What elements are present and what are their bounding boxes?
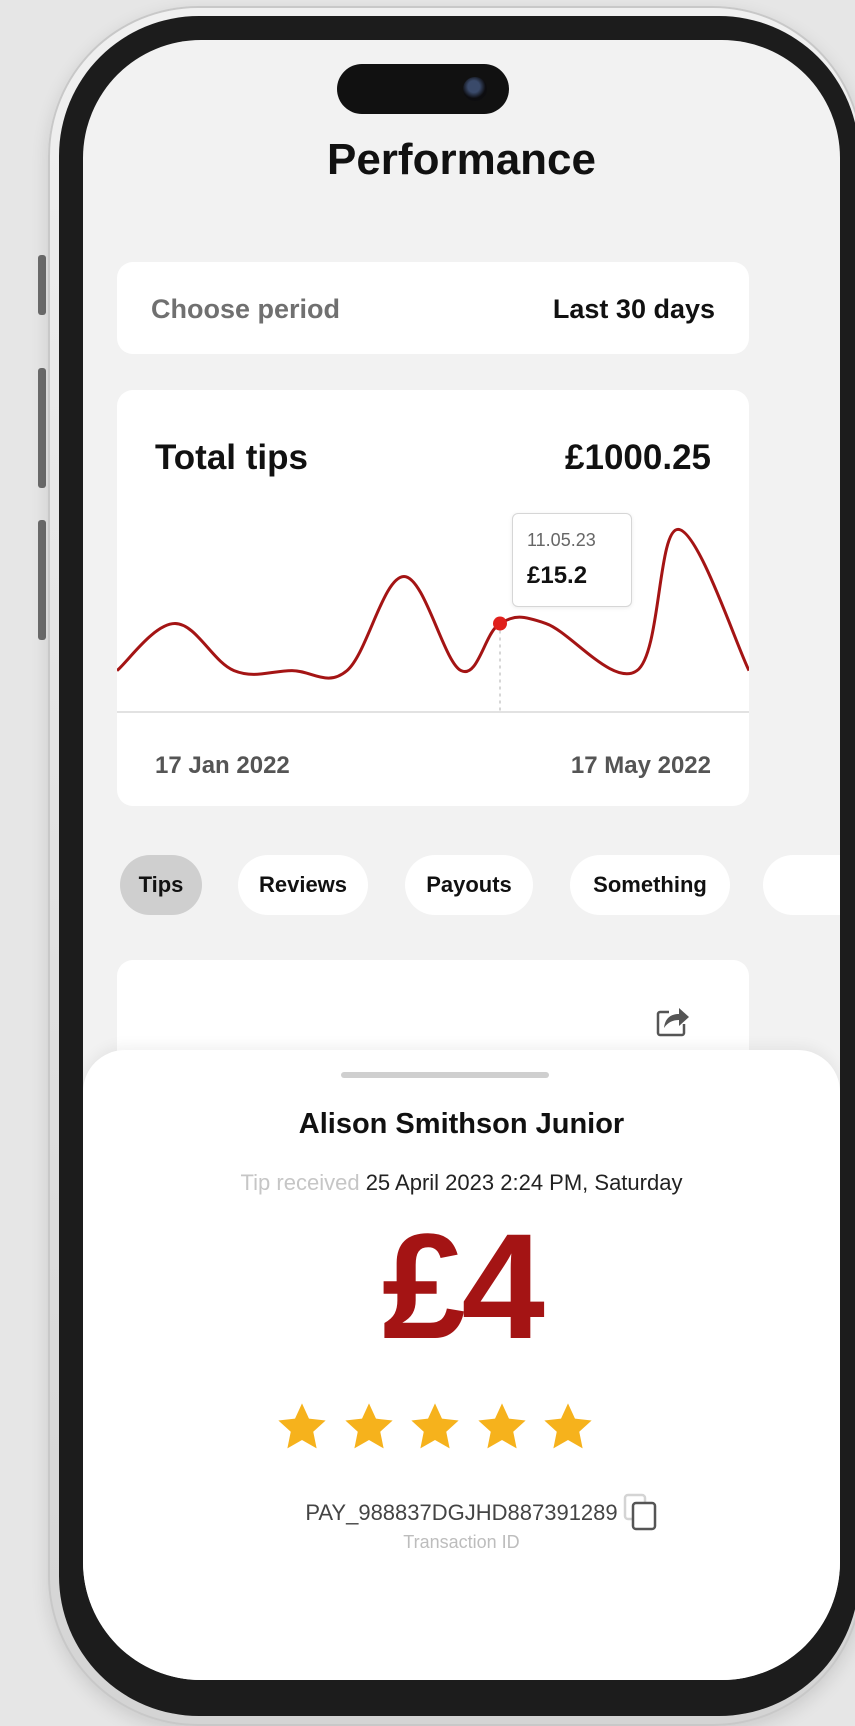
tip-received-label: Tip received (240, 1170, 360, 1195)
star-icon (544, 1403, 592, 1449)
series-line (117, 527, 749, 680)
share-icon[interactable] (655, 1002, 691, 1038)
tooltip-value: £15.2 (527, 562, 588, 589)
rating-stars (275, 1400, 595, 1456)
tab-overflow[interactable] (763, 855, 840, 915)
highlight-point[interactable] (493, 616, 507, 631)
star-icon (411, 1403, 459, 1449)
phone-side-button-volume-down (38, 520, 46, 640)
page-title: Performance (326, 135, 596, 184)
camera-icon (463, 77, 487, 101)
tab-reviews[interactable]: Reviews (238, 855, 368, 915)
star-icon (344, 1403, 393, 1449)
transaction-id: PAY_988837DGJHD887391289 (305, 1500, 618, 1525)
period-selector[interactable]: Choose period Last 30 days (117, 262, 749, 354)
chart-tooltip: 11.05.23 £15.2 (512, 513, 632, 607)
phone-side-button-volume-up (38, 368, 46, 488)
tab-tips[interactable]: Tips (120, 855, 202, 915)
period-label: Choose period (151, 294, 341, 324)
star-icon (477, 1403, 526, 1449)
x-axis-end-label: 17 May 2022 (570, 752, 711, 779)
star-icon (278, 1403, 326, 1449)
tip-received-time: 25 April 2023 2:24 PM, Saturday (365, 1170, 683, 1195)
tip-detail-sheet: Alison Smithson Junior Tip received 25 A… (83, 1050, 840, 1680)
tab-something[interactable]: Something (570, 855, 730, 915)
dynamic-island (337, 64, 509, 114)
phone-screen: Performance Choose period Last 30 days T… (83, 40, 840, 1680)
tip-received-line: Tip received 25 April 2023 2:24 PM, Satu… (83, 1170, 840, 1196)
transaction-id-label: Transaction ID (403, 1532, 520, 1552)
tips-line-chart[interactable] (117, 390, 749, 806)
copy-icon[interactable] (623, 1493, 659, 1533)
phone-side-button-action (38, 255, 46, 315)
period-value[interactable]: Last 30 days (553, 294, 715, 325)
tips-chart-card: Total tips £1000.25 11.05.23 £15.2 17 Ja… (117, 390, 749, 806)
tooltip-date: 11.05.23 (527, 530, 596, 550)
tipper-name: Alison Smithson Junior (298, 1108, 625, 1140)
x-axis-start-label: 17 Jan 2022 (155, 752, 290, 779)
tip-amount: £4 (382, 1202, 545, 1370)
sheet-drag-handle[interactable] (341, 1072, 549, 1078)
tab-payouts[interactable]: Payouts (405, 855, 533, 915)
